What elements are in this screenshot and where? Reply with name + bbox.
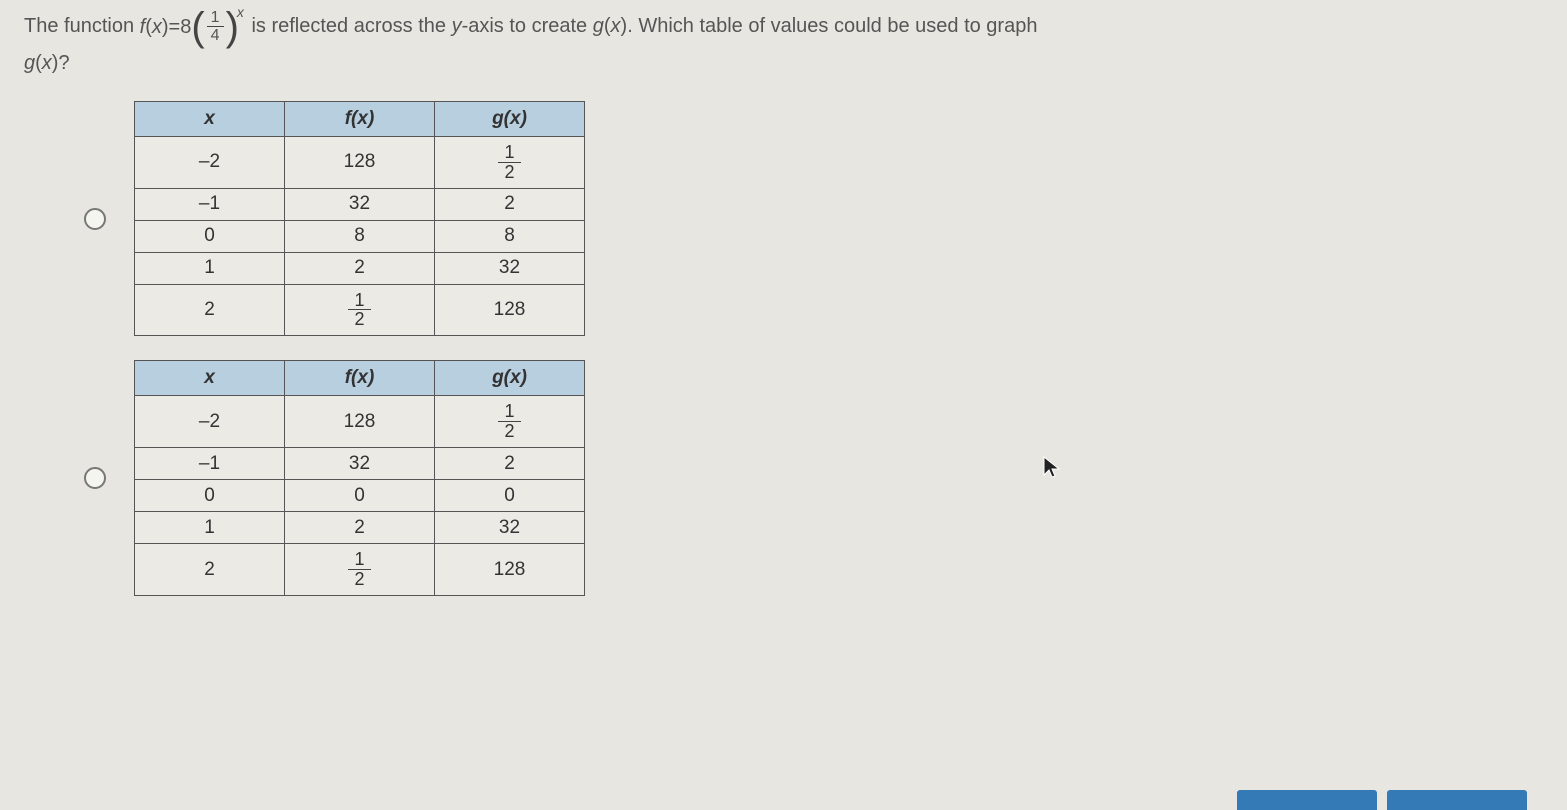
q-fraction: (14): [191, 9, 239, 45]
question-text: The function f(x) = 8(14)x is reflected …: [24, 8, 1543, 81]
table-row: 1232: [135, 512, 585, 544]
cell-gx: 2: [435, 188, 585, 220]
table-row: 2 12 128: [135, 544, 585, 596]
cell-x: –1: [135, 188, 285, 220]
cell-gx: 32: [435, 512, 585, 544]
cell-fx: 128: [285, 136, 435, 188]
radio-option-1[interactable]: [84, 208, 106, 230]
bottom-button-1[interactable]: [1237, 790, 1377, 810]
cell-fx: 32: [285, 448, 435, 480]
cell-gx: 2: [435, 448, 585, 480]
cell-gx: 0: [435, 480, 585, 512]
cell-x: –2: [135, 136, 285, 188]
cell-fx: 12: [285, 544, 435, 596]
table-row: 2 12 128: [135, 284, 585, 336]
table-row: –1322: [135, 448, 585, 480]
col-x: x: [135, 101, 285, 136]
cell-fx: 0: [285, 480, 435, 512]
cell-fx: 128: [285, 396, 435, 448]
cell-x: 1: [135, 512, 285, 544]
cell-gx: 8: [435, 220, 585, 252]
values-table-1: xf(x)g(x)–212812–13220881232212128: [134, 101, 585, 337]
bottom-bar: [0, 790, 1567, 810]
values-table-2: xf(x)g(x)–212812–13220001232212128: [134, 360, 585, 596]
cell-fx: 2: [285, 252, 435, 284]
table-row: –2128 12: [135, 396, 585, 448]
table-row: 000: [135, 480, 585, 512]
options-container: xf(x)g(x)–212812–13220881232212128xf(x)g…: [24, 101, 1543, 596]
cell-x: 2: [135, 544, 285, 596]
cell-fx: 2: [285, 512, 435, 544]
q-prefix: The function: [24, 15, 140, 37]
table-row: 1232: [135, 252, 585, 284]
cell-x: 0: [135, 220, 285, 252]
cell-x: 0: [135, 480, 285, 512]
table-fraction: 12: [348, 289, 370, 332]
col-fx: f(x): [285, 101, 435, 136]
cell-gx: 32: [435, 252, 585, 284]
col-x: x: [135, 361, 285, 396]
table-row: 088: [135, 220, 585, 252]
table-fraction: 12: [348, 548, 370, 591]
cell-x: –2: [135, 396, 285, 448]
cell-gx: 128: [435, 284, 585, 336]
cell-x: –1: [135, 448, 285, 480]
cell-fx: 12: [285, 284, 435, 336]
cell-gx: 128: [435, 544, 585, 596]
cell-x: 1: [135, 252, 285, 284]
col-gx: g(x): [435, 101, 585, 136]
cell-fx: 8: [285, 220, 435, 252]
col-fx: f(x): [285, 361, 435, 396]
bottom-button-2[interactable]: [1387, 790, 1527, 810]
col-gx: g(x): [435, 361, 585, 396]
cell-gx: 12: [435, 136, 585, 188]
cell-x: 2: [135, 284, 285, 336]
table-fraction: 12: [498, 141, 520, 184]
option-2: xf(x)g(x)–212812–13220001232212128: [84, 360, 1543, 596]
q-mid: is reflected across the: [251, 15, 451, 37]
cell-fx: 32: [285, 188, 435, 220]
option-1: xf(x)g(x)–212812–13220881232212128: [84, 101, 1543, 337]
table-row: –1322: [135, 188, 585, 220]
radio-option-2[interactable]: [84, 467, 106, 489]
cell-gx: 12: [435, 396, 585, 448]
q-lhs: f(x) = 8(14)x: [140, 9, 246, 45]
table-row: –2128 12: [135, 136, 585, 188]
table-fraction: 12: [498, 400, 520, 443]
bottom-label-area: [1027, 790, 1227, 810]
